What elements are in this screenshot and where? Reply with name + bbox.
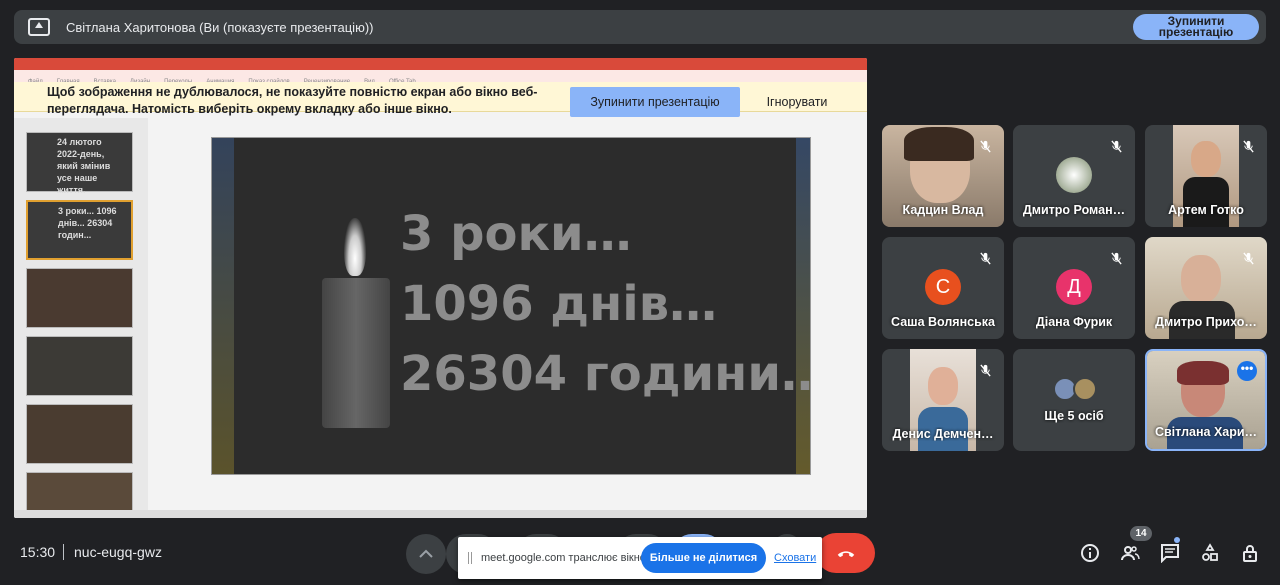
powerpoint-titlebar bbox=[14, 58, 867, 70]
participant-tile[interactable]: Дмитро Роман… bbox=[1013, 125, 1135, 227]
powerpoint-ribbon: ФайлГлавнаяВставкаДизайнПереходыАнимация… bbox=[14, 70, 867, 85]
slide-thumbnail[interactable] bbox=[26, 404, 133, 464]
participant-name: Кадцин Влад bbox=[902, 203, 984, 217]
presenting-title: Світлана Харитонова (Ви (показуєте презе… bbox=[66, 19, 374, 35]
meet-window: Світлана Харитонова (Ви (показуєте презе… bbox=[0, 0, 1280, 585]
phone-hangup-icon bbox=[837, 551, 854, 558]
participant-name: Світлана Хари… bbox=[1154, 425, 1258, 439]
people-icon[interactable] bbox=[1118, 541, 1142, 565]
shared-screen: ФайлГлавнаяВставкаДизайнПереходыАнимация… bbox=[14, 58, 867, 518]
participant-tile[interactable]: С Саша Волянська bbox=[882, 237, 1004, 339]
participant-tile[interactable]: Дмитро Прихо… bbox=[1145, 237, 1267, 339]
candle-flame bbox=[344, 218, 366, 276]
share-notice: meet.google.com транслює вікно. Більше н… bbox=[458, 537, 822, 579]
people-count-badge: 14 bbox=[1130, 526, 1152, 541]
divider bbox=[63, 544, 64, 560]
slide-line-years: 3 роки… bbox=[400, 206, 632, 262]
participant-tile[interactable]: Д Діана Фурик bbox=[1013, 237, 1135, 339]
avatar bbox=[1073, 377, 1097, 401]
participant-name: Дмитро Роман… bbox=[1022, 203, 1126, 217]
avatar: С bbox=[925, 269, 961, 305]
participant-tile[interactable]: Артем Готко bbox=[1145, 125, 1267, 227]
mic-off-icon bbox=[1237, 247, 1259, 269]
more-options-icon[interactable]: ••• bbox=[1237, 361, 1257, 381]
info-icon[interactable] bbox=[1078, 541, 1102, 565]
avatar bbox=[1056, 157, 1092, 193]
mic-off-icon bbox=[1105, 135, 1127, 157]
mic-off-icon bbox=[974, 359, 996, 381]
clock: 15:30 bbox=[20, 544, 56, 560]
flag-decoration bbox=[212, 138, 234, 474]
candle bbox=[322, 278, 390, 428]
more-participants-label: Ще 5 осіб bbox=[1044, 409, 1104, 423]
participant-tile[interactable]: Кадцин Влад bbox=[882, 125, 1004, 227]
participant-tile[interactable]: Ще 5 осіб bbox=[1013, 349, 1135, 451]
slide-line-days: 1096 днів… bbox=[400, 276, 718, 332]
chat-icon[interactable] bbox=[1158, 541, 1182, 565]
slide-thumbnail[interactable]: 3 роки... 1096 днів... 26304 годин... bbox=[26, 200, 133, 260]
share-warning-text: Щоб зображення не дублювалося, не показу… bbox=[47, 85, 538, 116]
drag-handle[interactable] bbox=[468, 552, 472, 564]
leave-call-button[interactable] bbox=[816, 533, 875, 573]
mic-off-icon bbox=[974, 135, 996, 157]
hide-link[interactable]: Сховати bbox=[774, 552, 816, 564]
stop-sharing-button[interactable]: Більше не ділитися bbox=[641, 543, 766, 573]
ignore-button[interactable]: Ігнорувати bbox=[754, 87, 840, 117]
participant-name: Діана Фурик bbox=[1035, 315, 1113, 329]
stop-presentation-button[interactable]: Зупинити презентацію bbox=[570, 87, 740, 117]
current-slide: 3 роки… 1096 днів… 26304 години… bbox=[211, 137, 811, 475]
participant-name: Денис Демчен… bbox=[892, 427, 994, 441]
share-notice-text: meet.google.com транслює вікно. bbox=[481, 552, 649, 564]
mic-off-icon bbox=[1105, 247, 1127, 269]
avatar: Д bbox=[1056, 269, 1092, 305]
participant-tile[interactable]: Денис Демчен… bbox=[882, 349, 1004, 451]
activities-icon[interactable] bbox=[1198, 541, 1222, 565]
mic-off-icon bbox=[974, 247, 996, 269]
slide-thumbnails: 24 лютого 2022-день, який змінив усе наш… bbox=[14, 118, 148, 518]
stop-presenting-button[interactable]: Зупинити презентацію bbox=[1133, 14, 1259, 40]
participant-tile[interactable]: ••• Світлана Хари… bbox=[1145, 349, 1267, 451]
participant-name: Артем Готко bbox=[1168, 203, 1244, 217]
slide-thumbnail[interactable] bbox=[26, 268, 133, 328]
host-controls-icon[interactable] bbox=[1238, 541, 1262, 565]
presenting-bar: Світлана Харитонова (Ви (показуєте презе… bbox=[14, 10, 1266, 44]
mic-off-icon bbox=[1237, 135, 1259, 157]
present-screen-icon bbox=[28, 18, 50, 36]
expand-icon[interactable] bbox=[406, 534, 446, 574]
meeting-code: nuc-eugq-gwz bbox=[74, 544, 162, 560]
participant-name: Дмитро Прихо… bbox=[1155, 315, 1257, 329]
slide-line-hours: 26304 години… bbox=[400, 346, 811, 402]
participant-name: Саша Волянська bbox=[891, 315, 995, 329]
slide-thumbnail[interactable]: 24 лютого 2022-день, який змінив усе наш… bbox=[26, 132, 133, 195]
flag-decoration bbox=[796, 138, 810, 474]
slide-thumbnail[interactable] bbox=[26, 336, 133, 396]
powerpoint-statusbar bbox=[14, 510, 867, 518]
